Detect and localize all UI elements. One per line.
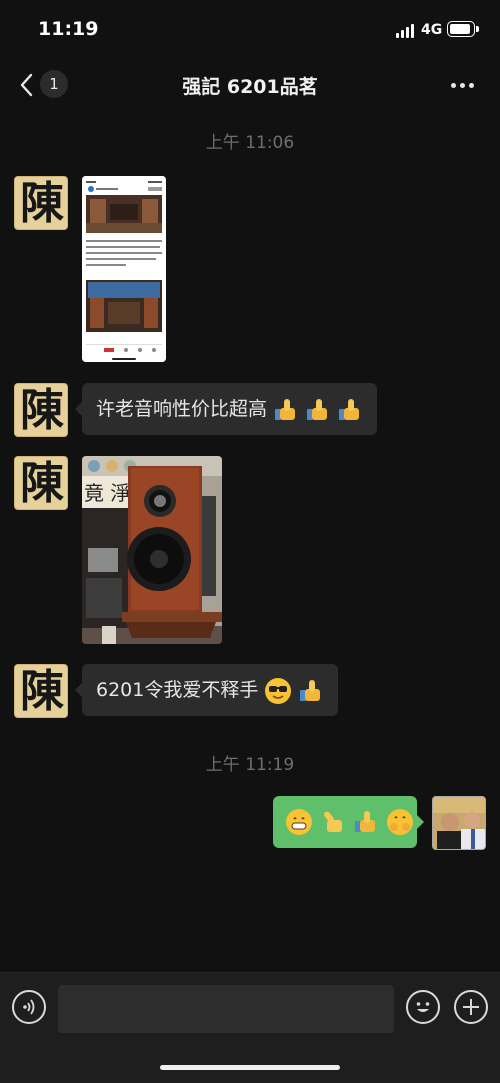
signal-icon <box>396 24 416 38</box>
thumbs-up-icon <box>339 398 363 422</box>
calligraphy-text: 竟 淨 <box>84 481 130 505</box>
message-bubble[interactable]: 6201令我爱不释手 <box>74 664 339 716</box>
status-bar: 11:19 4G <box>0 0 500 60</box>
avatar-glyph: 陳 <box>20 385 64 436</box>
message-input[interactable] <box>58 985 394 1033</box>
message-timestamp: 上午 11:06 <box>205 133 295 153</box>
network-type: 4G <box>421 22 443 38</box>
home-indicator[interactable] <box>160 1065 340 1070</box>
message-text: 6201令我爱不释手 <box>96 679 259 701</box>
sunglasses-emoji-icon <box>265 677 292 704</box>
avatar[interactable]: 陳 <box>14 664 68 718</box>
message-bubble[interactable]: 许老音响性价比超高 <box>74 383 378 435</box>
status-time: 11:19 <box>38 18 99 40</box>
emoji-icon[interactable] <box>406 990 440 1024</box>
thumbs-up-icon <box>355 810 379 834</box>
plus-icon[interactable] <box>454 990 488 1024</box>
profile-photo <box>433 797 485 849</box>
avatar-glyph: 陳 <box>20 458 64 509</box>
thumbs-up-icon <box>307 398 331 422</box>
hug-emoji-icon <box>387 809 413 835</box>
avatar-glyph: 陳 <box>20 178 64 229</box>
thumbs-up-icon <box>275 398 299 422</box>
battery-icon <box>447 21 479 37</box>
grin-emoji-icon <box>286 809 312 835</box>
message-text: 许老音响性价比超高 <box>96 398 268 420</box>
speaker-photo-image: 竟 淨 <box>82 456 222 644</box>
avatar[interactable]: 陳 <box>14 456 68 510</box>
thumbs-up-icon <box>300 679 324 703</box>
input-toolbar <box>0 972 500 1083</box>
avatar[interactable]: 陳 <box>14 383 68 437</box>
message-timestamp: 上午 11:19 <box>205 755 295 775</box>
ellipsis-icon[interactable] <box>448 72 478 98</box>
ok-hand-icon <box>322 810 346 834</box>
image-message-speaker-photo[interactable]: 竟 淨 <box>82 456 222 644</box>
chat-title: 强記 6201品茗 <box>182 76 318 98</box>
avatar[interactable]: 陳 <box>14 176 68 230</box>
outgoing-message-bubble[interactable] <box>273 796 424 848</box>
my-avatar[interactable] <box>432 796 486 850</box>
chat-header: 1 强記 6201品茗 <box>0 62 500 108</box>
avatar-glyph: 陳 <box>20 666 64 717</box>
image-message-screenshot[interactable] <box>82 176 166 362</box>
voice-icon[interactable] <box>12 990 46 1024</box>
article-screenshot-image <box>82 176 166 362</box>
